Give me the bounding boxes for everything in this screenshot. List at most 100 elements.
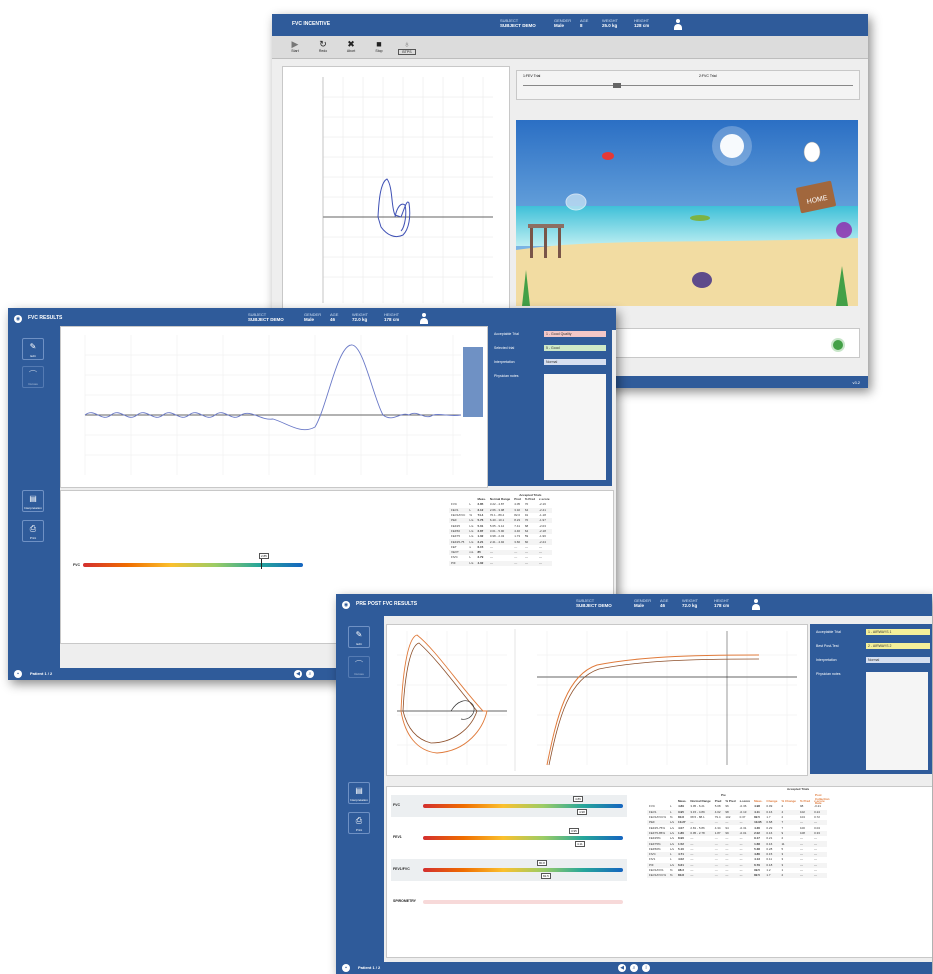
gauge-row: FEV1/FVC 80.8 82.5 [391,859,627,881]
edit-button[interactable]: ✎ Edit [22,338,44,360]
fev1-pre-label: 3.95 [569,828,579,834]
redo-button[interactable]: ↻ Redo [314,39,332,53]
trial-slider-bar: 1:FEV Trial 2:FVC Trial [516,70,860,100]
meta-age: AGE 8 [580,18,589,28]
stop-button[interactable]: ■ Stop [370,39,388,53]
zoom-slider[interactable] [463,347,483,417]
slider-b-label: 2:FVC Trial [699,74,717,78]
results-table: Accepted Trials Meas. Normal Range Pred% P… [449,493,552,566]
interpretation-button[interactable]: ▤ Interpretation [348,782,370,804]
ratio-gauge-bar [423,868,623,872]
incentive-game-scene: HOME [516,120,858,306]
interpretation-select[interactable]: Normal [866,657,930,663]
play-icon: ▶ [291,39,299,49]
ready-indicator [831,338,845,352]
user-icon[interactable] [674,19,682,31]
menu-button[interactable]: ◉ [14,315,22,323]
meta-age: AGE 46 [660,598,669,608]
physician-notes-field[interactable] [544,374,606,480]
menu-button[interactable]: ◉ [342,601,350,609]
print-button[interactable]: ⎙ Print [22,520,44,542]
stop-icon: ■ [376,39,382,49]
redo-icon: ↻ [319,39,327,49]
selected-trial-select[interactable]: 5 - Good [544,345,606,351]
search-icon[interactable]: ⌕ [630,964,638,972]
info-icon[interactable]: i [642,964,650,972]
table-cell: --- [537,560,552,566]
best-post-test-select[interactable]: 2 - AIRWAYS 2 [866,643,930,649]
user-icon[interactable] [752,599,760,611]
btps-icon: ♁ [403,39,411,49]
print-icon: ⎙ [355,816,363,825]
meta-gender: GENDER Male [554,18,572,28]
search-icon[interactable]: ⌕ [306,670,314,678]
fvc-pre-label: 4.89 [573,796,583,802]
title-bar: FVC INCENTIVE SUBJECT SUBJECT DEMO GENDER… [272,14,868,36]
curves-button[interactable]: ⌒ Curves [348,656,370,678]
acceptable-trial-select[interactable]: 1 - AIRWAYS 1 [866,629,930,635]
fvc-gauge-bar [83,563,303,567]
record-button[interactable]: ▪ [14,670,22,678]
table-cell: 82.5 [752,873,765,879]
table-cell: --- [812,873,827,879]
table-cell: 1.7 [764,873,780,879]
pencil-icon: ✎ [29,342,37,351]
curve-icon: ⌒ [355,660,363,669]
table-cell: FEF25-75% [649,825,666,830]
trial-slider-handle[interactable] [613,83,621,88]
window-title: FVC INCENTIVE [292,21,331,27]
fvc-marker-label: 2.85 [259,553,269,559]
table-cell: --- [712,873,724,879]
table-cell: --- [522,560,538,566]
meta-gender: GENDER Male [634,598,652,608]
slider-a-label: 1:FEV Trial [523,74,541,78]
print-button[interactable]: ⎙ Print [348,812,370,834]
start-button[interactable]: ▶ Start [286,39,304,53]
prev-button[interactable]: ◀ [618,964,626,972]
edit-button[interactable]: ✎ Edit [348,626,370,648]
physician-notes-field[interactable] [866,672,928,770]
curves-button[interactable]: ⌒ Curves [22,366,44,388]
report-icon: ▤ [355,786,363,795]
interpretation-button[interactable]: ▤ Interpretation [22,490,44,512]
table-cell: 80.8 [676,873,689,879]
spirometry-gauge-bar [423,900,623,904]
btps-button[interactable]: ♁ BTPS [398,39,416,55]
gauge-row: FEV1 3.95 4.11 [391,827,627,849]
user-icon[interactable] [420,313,428,325]
pencil-icon: ✎ [355,630,363,639]
meta-height: HEIGHT 178 cm [714,598,730,608]
table-cell: --- [737,873,753,879]
interpretation-select[interactable]: Normal [544,359,606,365]
table-cell: L/s [467,560,476,566]
meta-weight: WEIGHT 72.0 kg [352,312,368,322]
record-button[interactable]: ▪ [342,964,350,972]
acceptable-trial-select[interactable]: 1 - Good Quality [544,331,606,337]
trial-slider-track[interactable] [523,85,853,86]
meta-weight: WEIGHT 25.0 kg [602,18,618,28]
report-icon: ▤ [29,494,37,503]
prev-button[interactable]: ◀ [294,670,302,678]
results-table: Accepted Trials Pre Post Collection Date… [647,787,830,879]
pre-post-plots [397,629,797,771]
left-sidebar: ✎ Edit ⌒ Curves ▤ Interpretation ⎙ Print [8,330,60,668]
table-row[interactable]: PIF L/s 4.02 --- --- --- --- [449,560,552,566]
table-row[interactable]: FEV1/FVC%% 80.8 --- --- --- --- 82.5 1.7 2 --- --- [647,873,827,879]
fvc-post-label: 4.98 [577,809,587,815]
table-cell: 4.02 [475,560,488,566]
beach-scene: HOME [516,120,858,306]
meta-subject: SUBJECT SUBJECT DEMO [500,18,536,28]
gauge-row: SPIROMETRY [391,891,627,913]
table-cell: --- [723,873,738,879]
fvc-gauge-bar [423,804,623,808]
volume-time-plot [84,335,462,475]
meta-age: AGE 46 [330,312,339,322]
table-cell: 2 [779,873,798,879]
table-cell: --- [512,560,523,566]
ratio-post-label: 82.5 [541,873,551,879]
gauge-label: FVC [73,563,80,567]
abort-button[interactable]: ✖ Abort [342,39,360,53]
meta-subject: SUBJECT SUBJECT DEMO [248,312,284,322]
flow-volume-chart [282,66,510,314]
title-bar: ◉ PRE POST FVC RESULTS SUBJECT SUBJECT DE… [336,594,932,616]
